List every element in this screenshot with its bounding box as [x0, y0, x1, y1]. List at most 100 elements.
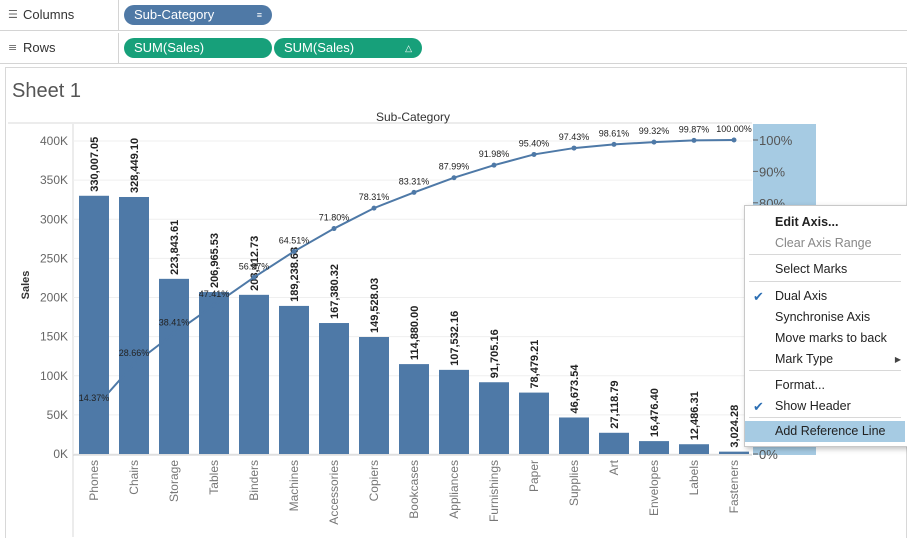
cumulative-point	[531, 151, 537, 157]
bar-value-label: 206,965.53	[209, 233, 221, 288]
cumulative-label: 98.61%	[599, 128, 630, 138]
cumulative-point	[411, 189, 417, 195]
cumulative-point	[651, 139, 657, 145]
menu-item-label: Format...	[775, 378, 826, 392]
cumulative-label: 78.31%	[359, 192, 390, 202]
bar-value-label: 27,118.79	[609, 380, 621, 428]
menu-item-dual-axis[interactable]: ✔ Dual Axis	[745, 286, 905, 307]
cumulative-point	[211, 302, 217, 308]
bar-envelopes	[639, 441, 669, 454]
cumulative-label: 87.99%	[439, 162, 470, 172]
menu-item-format[interactable]: Format...	[745, 375, 905, 396]
y-axis-title: Sales	[20, 271, 32, 300]
cumulative-label: 83.31%	[399, 176, 430, 186]
x-tick-label: Bookcases	[407, 460, 421, 519]
bar-storage	[159, 278, 189, 454]
menu-item-move-marks-to-back[interactable]: Move marks to back	[745, 328, 905, 349]
cumulative-point	[91, 406, 97, 412]
chart-title: Sub-Category	[376, 110, 450, 124]
y-tick-label: 100K	[40, 369, 68, 383]
x-tick-label: Machines	[287, 460, 301, 511]
bar-bookcases	[399, 364, 429, 454]
submenu-arrow-icon: ▶	[894, 355, 901, 364]
checkmark-icon: ✔	[753, 289, 764, 304]
bar-accessories	[319, 323, 349, 454]
x-tick-label: Appliances	[447, 460, 461, 519]
y2-tick-label: 100%	[759, 133, 793, 148]
axis-context-menu[interactable]: Edit Axis... Clear Axis Range Select Marks…	[744, 205, 907, 447]
menu-item-edit-axis[interactable]: Edit Axis...	[745, 212, 905, 233]
x-tick-label: Tables	[207, 460, 221, 495]
bar-tables	[199, 292, 229, 454]
bar-appliances	[439, 369, 469, 454]
y-tick-label: 200K	[40, 291, 68, 305]
menu-item-label: Edit Axis...	[775, 215, 839, 229]
bar-value-label: 3,024.28	[729, 405, 741, 448]
x-tick-label: Phones	[87, 460, 101, 501]
y2-tick-label: 0%	[759, 447, 778, 462]
x-tick-label: Copiers	[367, 460, 381, 501]
bar-value-label: 16,476.40	[649, 388, 661, 437]
cumulative-point	[251, 274, 257, 280]
menu-item-label: Select Marks	[775, 262, 848, 276]
x-tick-label: Labels	[687, 460, 701, 495]
bar-value-label: 114,880.00	[409, 306, 421, 360]
y-tick-label: 0K	[53, 447, 68, 461]
menu-item-show-header[interactable]: ✔ Show Header	[745, 396, 905, 417]
bar-value-label: 189,238.63	[289, 247, 301, 302]
cumulative-label: 28.66%	[119, 348, 150, 358]
menu-separator	[749, 281, 901, 282]
cumulative-label: 95.40%	[519, 138, 550, 148]
x-tick-label: Supplies	[567, 460, 581, 506]
menu-item-label: Mark Type	[775, 352, 834, 366]
cumulative-label: 64.51%	[279, 235, 310, 245]
menu-separator	[749, 370, 901, 371]
cumulative-point	[571, 145, 577, 151]
menu-item-label: Synchronise Axis	[775, 310, 871, 324]
menu-item-synchronise-axis[interactable]: Synchronise Axis	[745, 307, 905, 328]
y-tick-label: 400K	[40, 134, 68, 148]
menu-item-select-marks[interactable]: Select Marks	[745, 259, 905, 280]
cumulative-point	[611, 141, 617, 147]
x-tick-label: Binders	[247, 460, 261, 501]
cumulative-point	[691, 137, 697, 143]
bar-value-label: 46,673.54	[569, 364, 581, 414]
bar-paper	[519, 392, 549, 454]
y-tick-label: 350K	[40, 173, 68, 187]
cumulative-label: 71.80%	[319, 213, 350, 223]
cumulative-point	[171, 330, 177, 336]
bar-value-label: 78,479.21	[529, 340, 541, 389]
cumulative-point	[451, 175, 457, 181]
bar-labels	[679, 444, 709, 454]
cumulative-label: 38.41%	[159, 317, 190, 327]
menu-item-label: Dual Axis	[775, 289, 828, 303]
y-tick-label: 250K	[40, 251, 68, 265]
bar-value-label: 328,449.10	[129, 138, 141, 193]
cumulative-label: 47.41%	[199, 289, 230, 299]
x-tick-label: Art	[607, 459, 621, 475]
x-tick-label: Furnishings	[487, 460, 501, 522]
cumulative-label: 14.37%	[79, 393, 110, 403]
cumulative-point	[331, 226, 337, 232]
bar-value-label: 167,380.32	[329, 264, 341, 319]
bar-machines	[279, 305, 309, 454]
cumulative-point	[371, 205, 377, 211]
bar-binders	[239, 294, 269, 454]
menu-item-label: Clear Axis Range	[775, 236, 872, 250]
cumulative-label: 97.43%	[559, 132, 590, 142]
menu-item-add-reference-line[interactable]: Add Reference Line	[745, 421, 905, 442]
bar-art	[599, 432, 629, 454]
cumulative-label: 56.27%	[239, 261, 270, 271]
bar-supplies	[559, 417, 589, 454]
cumulative-point	[131, 361, 137, 367]
cumulative-label: 99.87%	[679, 124, 710, 134]
cumulative-point	[291, 248, 297, 254]
bar-value-label: 149,528.03	[369, 278, 381, 333]
bar-chairs	[119, 196, 149, 454]
menu-item-mark-type[interactable]: Mark Type ▶	[745, 349, 905, 370]
bar-value-label: 12,486.31	[689, 391, 701, 440]
bar-value-label: 107,532.16	[449, 311, 461, 366]
menu-item-label: Show Header	[775, 399, 851, 413]
bar-value-label: 330,007.05	[89, 137, 101, 192]
x-tick-label: Envelopes	[647, 460, 661, 516]
